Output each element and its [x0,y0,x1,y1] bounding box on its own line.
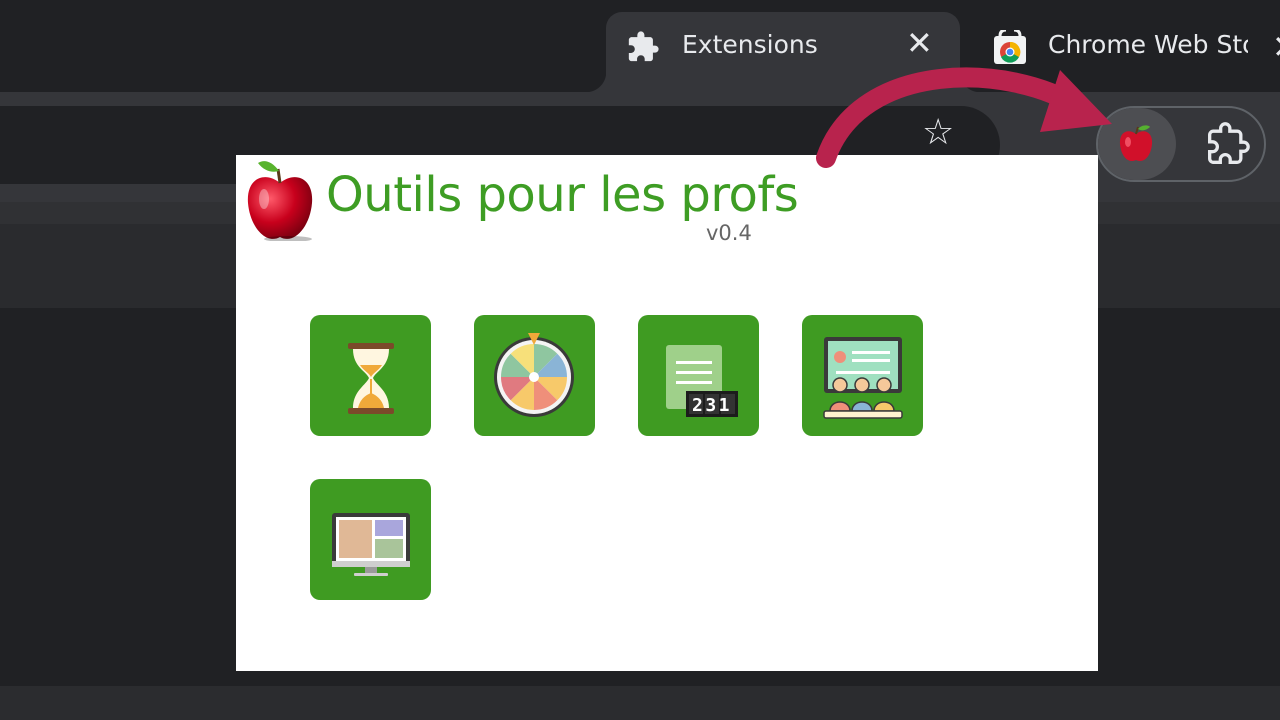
tab-strip: Extensions ✕ Chrome Web Sto ✕ [0,0,1280,92]
classroom-tool-button[interactable] [802,315,923,436]
close-icon[interactable]: ✕ [906,26,933,60]
tab-chrome-web-store[interactable]: Chrome Web Sto ✕ [990,28,1280,72]
counter-tool-button[interactable]: 231 [638,315,759,436]
apple-icon [247,161,313,241]
popup-title: Outils pour les profs [326,167,799,223]
tab-extensions[interactable]: Extensions ✕ [586,12,980,92]
puzzle-icon [628,31,659,62]
desktop-monitor-icon [332,513,410,576]
version-label: v0.4 [706,221,752,245]
counter-digits: 231 [692,395,732,416]
hourglass-icon [348,343,394,414]
wheel-tool-button[interactable] [474,315,595,436]
star-icon[interactable]: ☆ [922,112,954,153]
timer-tool-button[interactable] [310,315,431,436]
extension-popup: Outils pour les profs v0.4 231 [236,155,1098,671]
classroom-presentation-icon [823,337,903,419]
chrome-web-store-icon [994,30,1026,64]
close-icon[interactable]: ✕ [1272,28,1280,66]
tab-title: Extensions [682,30,818,59]
status-bar [0,686,1280,720]
screen-tool-button[interactable] [310,479,431,600]
number-counter-icon: 231 [666,345,738,417]
puzzle-icon[interactable] [1206,122,1250,166]
wheel-of-fortune-icon [494,333,574,417]
tab-title: Chrome Web Sto [1048,30,1248,59]
apple-icon[interactable] [1118,124,1154,164]
